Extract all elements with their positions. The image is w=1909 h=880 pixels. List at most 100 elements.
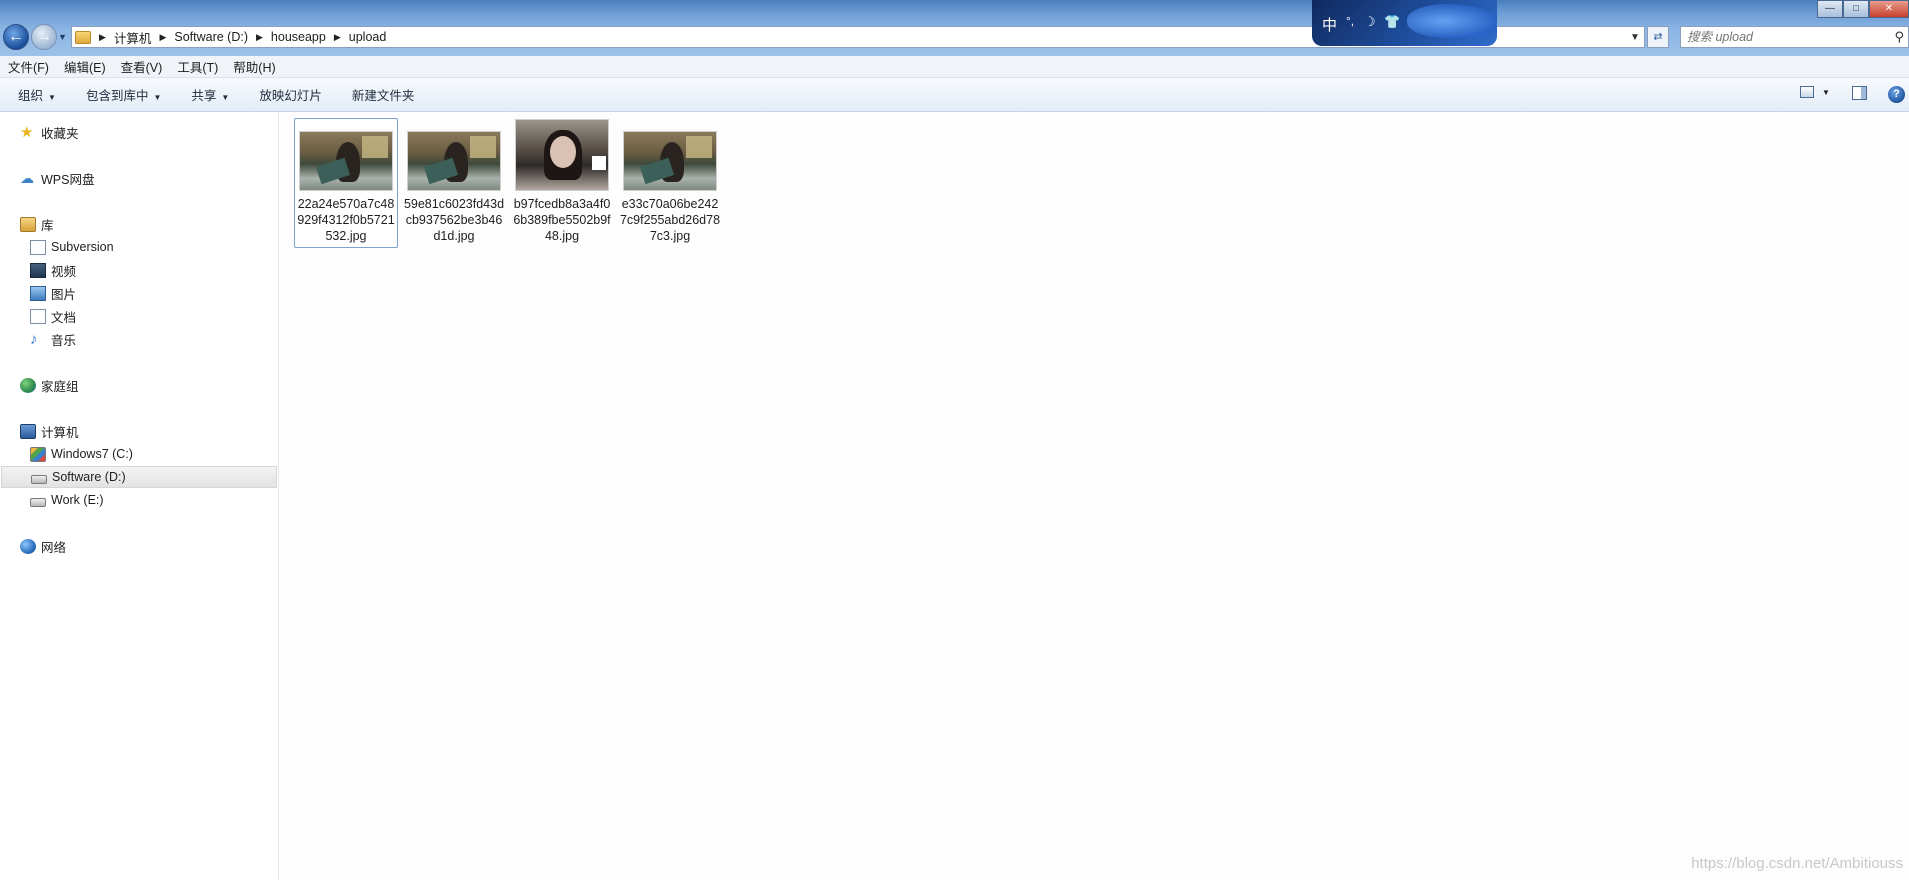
navigation-pane: ★ 收藏夹 ☁ WPS网盘 库 Subversion 视频 图片 文档 ♪ 音乐… (0, 112, 279, 880)
nav-network-label: 网络 (41, 540, 67, 555)
menu-tools[interactable]: 工具(T) (177, 57, 218, 76)
breadcrumb-computer[interactable]: 计算机 (114, 28, 152, 47)
nav-computer[interactable]: 计算机 (20, 420, 79, 442)
nav-drive-e[interactable]: Work (E:) (30, 489, 104, 511)
menu-bar: 文件(F) 编辑(E) 查看(V) 工具(T) 帮助(H) (0, 56, 1909, 78)
ime-punctuation-icon[interactable]: °, (1346, 14, 1354, 28)
computer-icon (20, 423, 36, 439)
nav-favorites-label: 收藏夹 (41, 126, 79, 141)
address-dropdown-icon[interactable]: ▼ (1626, 32, 1644, 43)
help-icon: ? (1888, 86, 1905, 103)
nav-libraries-label: 库 (41, 218, 54, 233)
include-in-library-button[interactable]: 包含到库中 ▼ (86, 85, 161, 104)
nav-drive-label: Work (E:) (51, 493, 104, 507)
organize-button[interactable]: 组织 ▼ (18, 85, 56, 104)
menu-view[interactable]: 查看(V) (121, 57, 163, 76)
nav-library-pictures[interactable]: 图片 (30, 282, 76, 304)
nav-network[interactable]: 网络 (20, 535, 66, 557)
minimize-button[interactable]: — (1817, 0, 1843, 18)
back-button[interactable]: ← (3, 24, 29, 50)
file-item[interactable]: e33c70a06be2427c9f255abd26d787c3.jpg (618, 118, 722, 248)
ime-moon-icon[interactable]: ☽ (1364, 14, 1376, 30)
window-controls: — □ ✕ (1817, 0, 1909, 18)
file-item[interactable]: 22a24e570a7c48929f4312f0b5721532.jpg (294, 118, 398, 248)
search-input[interactable] (1681, 30, 1881, 44)
search-icon[interactable]: ⚲ (1894, 29, 1904, 45)
nav-library-subversion[interactable]: Subversion (30, 236, 114, 258)
maximize-button[interactable]: □ (1843, 0, 1869, 18)
menu-help[interactable]: 帮助(H) (233, 57, 275, 76)
breadcrumb-drive[interactable]: Software (D:) (174, 30, 248, 44)
ime-mode-button[interactable]: 中 (1322, 14, 1337, 35)
whale-skin-icon (1407, 4, 1497, 38)
nav-libraries[interactable]: 库 (20, 213, 54, 235)
forward-button[interactable]: → (31, 24, 57, 50)
file-item[interactable]: 59e81c6023fd43dcb937562be3b46d1d.jpg (402, 118, 506, 248)
ime-toolbar: 中 °, ☽ 👕 (1312, 0, 1497, 46)
hard-drive-icon (30, 497, 46, 507)
breadcrumb-upload[interactable]: upload (349, 30, 387, 44)
nav-library-label: 音乐 (51, 333, 77, 348)
search-box[interactable]: ⚲ (1680, 26, 1909, 48)
menu-edit[interactable]: 编辑(E) (64, 57, 106, 76)
view-icon (1800, 86, 1814, 98)
back-arrow-icon: ← (8, 28, 24, 45)
close-button[interactable]: ✕ (1869, 0, 1909, 18)
nav-homegroup-label: 家庭组 (41, 379, 79, 394)
organize-label: 组织 (18, 89, 44, 103)
nav-library-documents[interactable]: 文档 (30, 305, 76, 327)
nav-favorites[interactable]: ★ 收藏夹 (20, 121, 79, 143)
file-item[interactable]: b97fcedb8a3a4f06b389fbe5502b9f48.jpg (510, 118, 614, 248)
thumbnail-window-shape (686, 136, 712, 158)
watermark: https://blog.csdn.net/Ambitiouss (1691, 855, 1903, 872)
refresh-button[interactable]: ⇄ (1647, 26, 1669, 48)
nav-homegroup[interactable]: 家庭组 (20, 374, 79, 396)
music-icon: ♪ (30, 330, 38, 348)
image-thumbnail (299, 131, 393, 191)
chevron-down-icon: ▼ (1822, 87, 1830, 97)
star-icon: ★ (20, 123, 34, 141)
file-name: 22a24e570a7c48929f4312f0b5721532.jpg (297, 197, 395, 243)
share-button[interactable]: 共享 ▼ (191, 85, 229, 104)
share-label: 共享 (191, 89, 217, 103)
menu-file[interactable]: 文件(F) (8, 57, 49, 76)
document-icon (30, 239, 46, 255)
image-thumbnail (407, 131, 501, 191)
library-icon (20, 216, 36, 232)
cloud-icon: ☁ (20, 169, 34, 186)
file-name: 59e81c6023fd43dcb937562be3b46d1d.jpg (403, 197, 505, 243)
breadcrumb-separator-icon[interactable]: ▶ (334, 32, 341, 43)
nav-drive-c[interactable]: Windows7 (C:) (30, 443, 133, 465)
file-list: 22a24e570a7c48929f4312f0b5721532.jpg 59e… (280, 112, 1909, 880)
network-icon (20, 538, 36, 554)
slideshow-button[interactable]: 放映幻灯片 (259, 85, 322, 104)
thumbnail-window-shape (470, 136, 496, 158)
nav-wps-cloud[interactable]: ☁ WPS网盘 (20, 167, 94, 189)
recent-pages-dropdown-icon[interactable]: ▼ (58, 32, 67, 42)
hard-drive-icon (31, 474, 47, 484)
preview-pane-button[interactable] (1852, 86, 1867, 100)
nav-drive-d[interactable]: Software (D:) (1, 466, 277, 488)
nav-library-music[interactable]: ♪ 音乐 (30, 328, 76, 350)
refresh-icon: ⇄ (1653, 31, 1663, 43)
folder-icon (75, 30, 91, 44)
nav-computer-label: 计算机 (41, 425, 79, 440)
thumbnail-patch-shape (592, 156, 606, 170)
breadcrumb-separator-icon[interactable]: ▶ (256, 32, 263, 43)
nav-wps-cloud-label: WPS网盘 (41, 172, 95, 187)
ime-skin-icon[interactable]: 👕 (1384, 14, 1400, 30)
breadcrumb-separator-icon[interactable]: ▶ (159, 32, 166, 43)
nav-library-label: 文档 (51, 310, 77, 325)
thumbnail-window-shape (362, 136, 388, 158)
nav-library-label: Subversion (51, 240, 114, 254)
image-thumbnail (623, 131, 717, 191)
help-button[interactable]: ? (1888, 86, 1905, 103)
breadcrumb-separator-icon[interactable]: ▶ (99, 32, 106, 43)
change-view-button[interactable]: ▼ (1800, 86, 1830, 98)
breadcrumb-houseapp[interactable]: houseapp (271, 30, 326, 44)
new-folder-button[interactable]: 新建文件夹 (352, 85, 415, 104)
video-icon (30, 262, 46, 278)
nav-drive-label: Software (D:) (52, 470, 126, 484)
nav-library-videos[interactable]: 视频 (30, 259, 76, 281)
nav-drive-label: Windows7 (C:) (51, 447, 133, 461)
